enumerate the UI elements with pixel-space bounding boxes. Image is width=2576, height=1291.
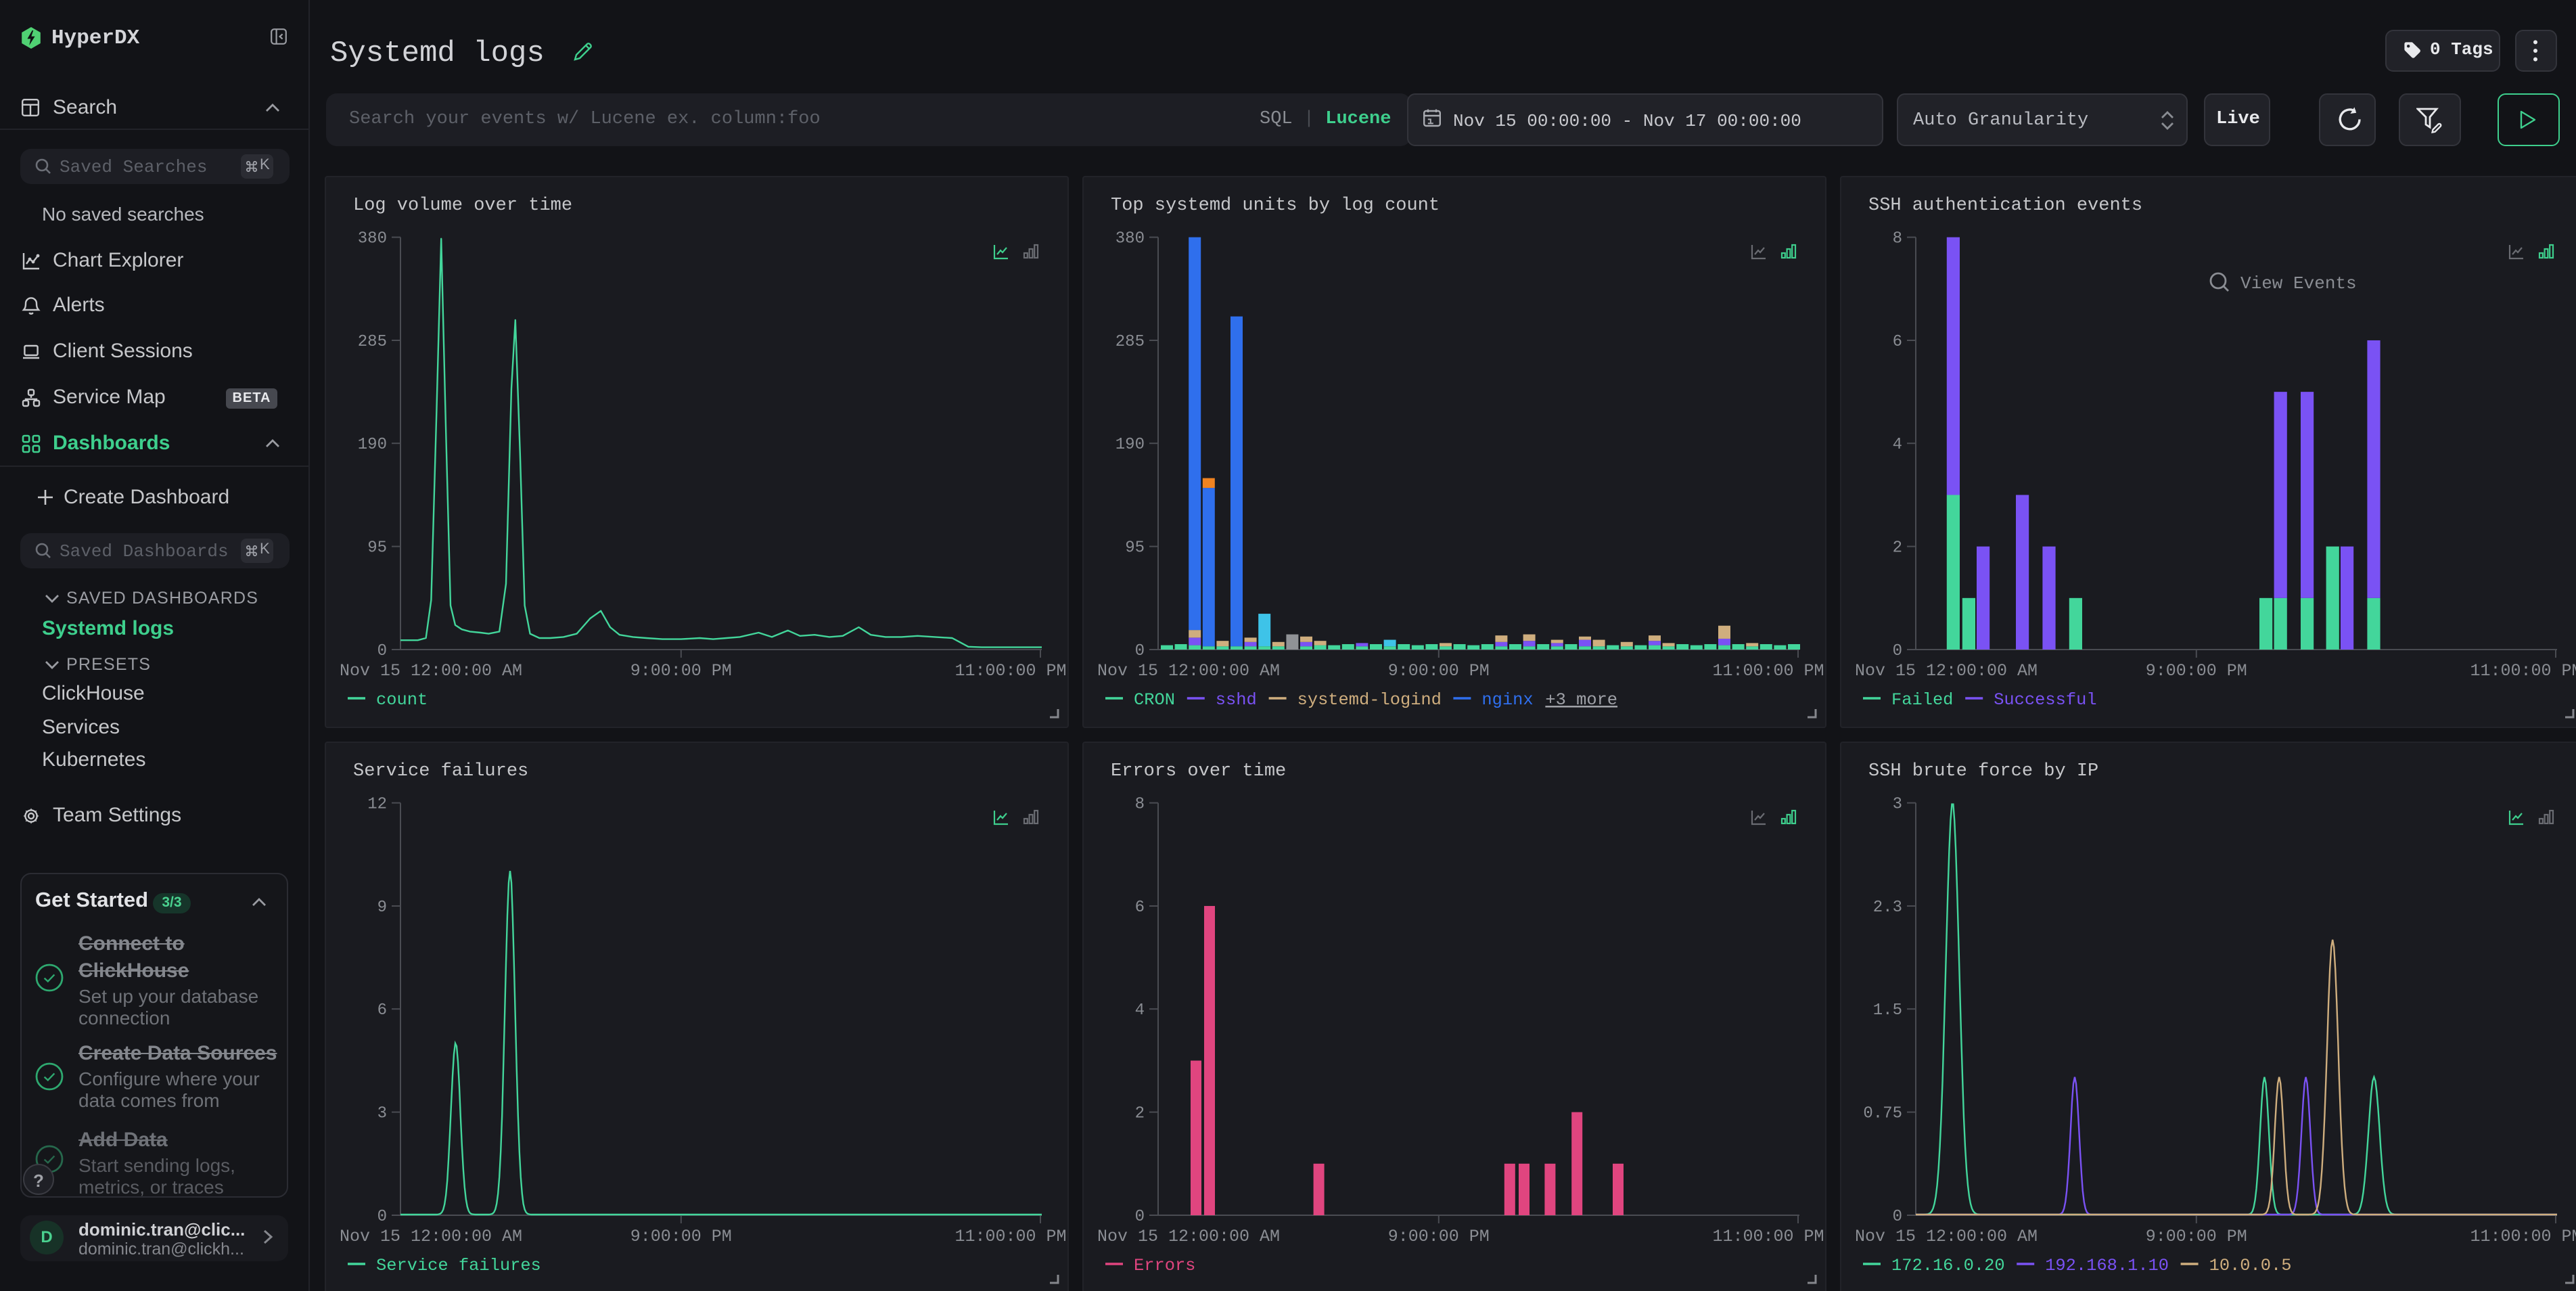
- svg-text:0: 0: [377, 642, 387, 660]
- svg-text:95: 95: [1125, 539, 1145, 558]
- svg-text:0: 0: [1893, 1208, 1902, 1226]
- svg-text:0: 0: [377, 1208, 387, 1226]
- svg-text:11:00:00 PM: 11:00:00 PM: [954, 1227, 1066, 1246]
- svg-text:0: 0: [1135, 1208, 1145, 1226]
- svg-text:11:00:00 PM: 11:00:00 PM: [1712, 1227, 1824, 1246]
- svg-text:9:00:00 PM: 9:00:00 PM: [1388, 661, 1490, 681]
- svg-text:Nov 15 12:00:00 AM: Nov 15 12:00:00 AM: [1855, 1227, 2038, 1246]
- svg-text:380: 380: [358, 230, 387, 248]
- svg-text:Top systemd units by log count: Top systemd units by log count: [1111, 196, 1440, 216]
- svg-text:190: 190: [1116, 436, 1145, 454]
- svg-text:Nov 15 12:00:00 AM: Nov 15 12:00:00 AM: [1855, 661, 2038, 681]
- svg-text:6: 6: [1893, 333, 1902, 351]
- svg-text:3: 3: [1893, 796, 1902, 814]
- svg-text:Failed: Failed: [1891, 690, 1953, 710]
- svg-text:12: 12: [367, 796, 387, 814]
- svg-text:8: 8: [1893, 230, 1902, 248]
- svg-text:2: 2: [1135, 1105, 1145, 1123]
- svg-text:95: 95: [367, 539, 387, 558]
- svg-text:190: 190: [358, 436, 387, 454]
- svg-text:Nov 15 12:00:00 AM: Nov 15 12:00:00 AM: [1097, 1227, 1280, 1246]
- svg-text:Successful: Successful: [1994, 690, 2096, 710]
- svg-text:11:00:00 PM: 11:00:00 PM: [2470, 661, 2576, 681]
- svg-text:systemd-logind: systemd-logind: [1297, 690, 1442, 710]
- svg-text:9:00:00 PM: 9:00:00 PM: [630, 661, 732, 681]
- svg-text:9:00:00 PM: 9:00:00 PM: [2146, 1227, 2247, 1246]
- svg-text:0: 0: [1135, 642, 1145, 660]
- svg-text:count: count: [376, 690, 428, 710]
- svg-text:9:00:00 PM: 9:00:00 PM: [2146, 661, 2247, 681]
- svg-text:2: 2: [1893, 539, 1902, 558]
- svg-text:2.3: 2.3: [1873, 899, 1902, 917]
- svg-text:9:00:00 PM: 9:00:00 PM: [630, 1227, 732, 1246]
- svg-text:Service failures: Service failures: [376, 1256, 541, 1275]
- svg-text:1.5: 1.5: [1873, 1001, 1902, 1020]
- svg-text:SSH authentication events: SSH authentication events: [1868, 196, 2142, 216]
- svg-text:0.75: 0.75: [1863, 1105, 1902, 1123]
- svg-text:Log volume over time: Log volume over time: [353, 196, 572, 216]
- svg-text:11:00:00 PM: 11:00:00 PM: [954, 661, 1066, 681]
- svg-text:Nov 15 12:00:00 AM: Nov 15 12:00:00 AM: [340, 661, 522, 681]
- svg-text:Errors: Errors: [1134, 1256, 1195, 1275]
- svg-text:nginx: nginx: [1481, 690, 1533, 710]
- svg-text:285: 285: [358, 333, 387, 351]
- svg-text:10.0.0.5: 10.0.0.5: [2209, 1256, 2292, 1275]
- svg-text:Service failures: Service failures: [353, 761, 528, 782]
- svg-text:4: 4: [1135, 1001, 1145, 1020]
- svg-text:CRON: CRON: [1134, 690, 1175, 710]
- svg-text:Nov 15 12:00:00 AM: Nov 15 12:00:00 AM: [1097, 661, 1280, 681]
- svg-text:8: 8: [1135, 796, 1145, 814]
- svg-text:9: 9: [377, 899, 387, 917]
- svg-text:172.16.0.20: 172.16.0.20: [1891, 1256, 2005, 1275]
- svg-text:Errors over time: Errors over time: [1111, 761, 1286, 782]
- svg-text:192.168.1.10: 192.168.1.10: [2045, 1256, 2169, 1275]
- svg-text:4: 4: [1893, 436, 1902, 454]
- svg-text:285: 285: [1116, 333, 1145, 351]
- svg-text:SSH brute force by IP: SSH brute force by IP: [1868, 761, 2098, 782]
- svg-text:Nov 15 12:00:00 AM: Nov 15 12:00:00 AM: [340, 1227, 522, 1246]
- svg-text:3: 3: [377, 1105, 387, 1123]
- svg-text:View Events: View Events: [2240, 273, 2357, 294]
- svg-text:6: 6: [377, 1001, 387, 1020]
- svg-text:380: 380: [1116, 230, 1145, 248]
- svg-text:9:00:00 PM: 9:00:00 PM: [1388, 1227, 1490, 1246]
- svg-text:+3 more: +3 more: [1545, 690, 1617, 710]
- svg-text:6: 6: [1135, 899, 1145, 917]
- svg-text:sshd: sshd: [1216, 690, 1257, 710]
- svg-text:11:00:00 PM: 11:00:00 PM: [2470, 1227, 2576, 1246]
- svg-text:11:00:00 PM: 11:00:00 PM: [1712, 661, 1824, 681]
- svg-text:0: 0: [1893, 642, 1902, 660]
